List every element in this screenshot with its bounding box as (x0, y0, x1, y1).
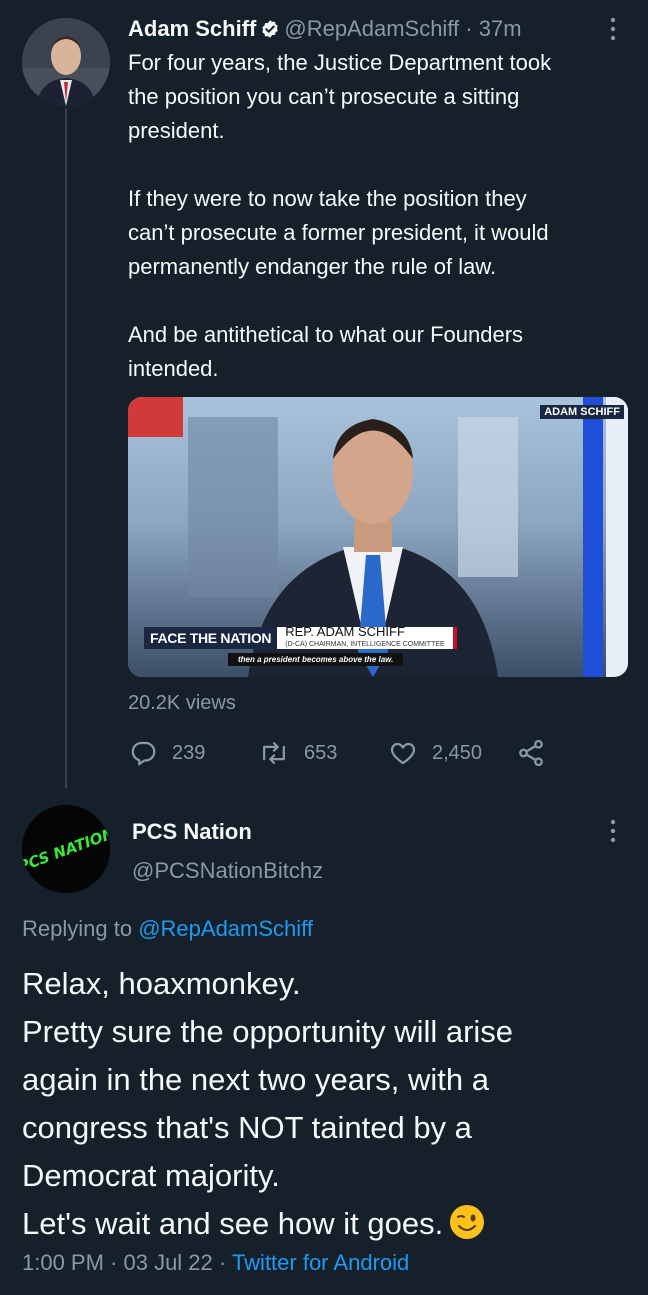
reply-text: Relax, hoaxmonkey. Pretty sure the oppor… (22, 960, 637, 1254)
tweet-paragraph: If they were to now take the position th… (128, 186, 549, 279)
tweet-time[interactable]: 37m (479, 16, 522, 41)
reply-more-options-icon[interactable] (606, 818, 620, 844)
like-icon (390, 742, 416, 765)
reply-source[interactable]: Twitter for Android (232, 1250, 409, 1275)
author-handle[interactable]: @RepAdamSchiff (284, 16, 459, 41)
avatar-photo (22, 18, 110, 106)
separator-dot: · (459, 16, 479, 41)
tweet-actions: 239 653 2,450 (128, 735, 568, 771)
like-button[interactable]: 2,450 (388, 735, 482, 771)
lower-third: FACE THE NATION REP. ADAM SCHIFF (D-CA) … (144, 624, 457, 649)
reply-button[interactable]: 239 (128, 735, 205, 771)
retweet-count: 653 (304, 741, 338, 764)
reply-line: Relax, hoaxmonkey. (22, 966, 301, 1001)
reply-line: congress that's NOT tainted by a (22, 1110, 472, 1145)
tweet-video[interactable]: ADAM SCHIFF FACE THE NATION REP. ADAM SC… (128, 397, 628, 677)
reply-line: Democrat majority. (22, 1158, 280, 1193)
share-icon (519, 739, 543, 767)
reply-count: 239 (172, 741, 206, 764)
thread-connector-line (65, 108, 67, 788)
reply-author-name[interactable]: PCS Nation (132, 819, 252, 845)
share-button[interactable] (516, 735, 560, 771)
reply-author-avatar[interactable]: PCS NATION (22, 805, 110, 893)
retweet-icon (263, 742, 285, 764)
reply-last-line-wrap: Let's wait and see how it goes. (22, 1200, 637, 1254)
nameplate: REP. ADAM SCHIFF (D-CA) CHAIRMAN, INTELL… (277, 624, 457, 649)
reply-line: Pretty sure the opportunity will arise (22, 1014, 514, 1049)
nameplate-title: REP. ADAM SCHIFF (285, 624, 405, 639)
retweet-button[interactable]: 653 (258, 735, 337, 771)
author-name[interactable]: Adam Schiff (128, 16, 256, 41)
view-count: 20.2K views (128, 692, 236, 714)
video-caption: then a president becomes above the law. (228, 653, 404, 666)
tweet-paragraph: For four years, the Justice Department t… (128, 50, 552, 143)
channel-logo: ADAM SCHIFF (540, 405, 624, 419)
pcs-nation-logo: PCS NATION (22, 805, 110, 893)
reply-footer: 1:00 PM · 03 Jul 22 · Twitter for Androi… (22, 1250, 409, 1276)
reply-line: Let's wait and see how it goes. (22, 1206, 444, 1241)
reply-line: again in the next two years, with a (22, 1062, 489, 1097)
author-avatar[interactable] (22, 18, 110, 106)
replying-to: Replying to @RepAdamSchiff (22, 916, 313, 942)
more-options-icon[interactable] (606, 16, 620, 42)
reply-author-handle[interactable]: @PCSNationBitchz (132, 858, 323, 884)
tweet-header: Adam Schiff @RepAdamSchiff · 37m (128, 14, 522, 44)
replying-to-handle[interactable]: @RepAdamSchiff (138, 916, 313, 941)
like-count: 2,450 (432, 741, 483, 764)
replying-to-label: Replying to (22, 916, 133, 941)
show-brand: FACE THE NATION (144, 627, 278, 649)
verified-badge-icon (260, 17, 280, 38)
tweet-paragraph: And be antithetical to what our Founders… (128, 322, 524, 381)
reply-timestamp[interactable]: 1:00 PM · 03 Jul 22 · (22, 1250, 226, 1275)
winking-face-emoji-icon (449, 1204, 485, 1254)
tweet-text: For four years, the Justice Department t… (128, 46, 633, 386)
nameplate-subtitle: (D-CA) CHAIRMAN, INTELLIGENCE COMMITTEE (285, 641, 445, 648)
reply-icon (131, 741, 156, 766)
